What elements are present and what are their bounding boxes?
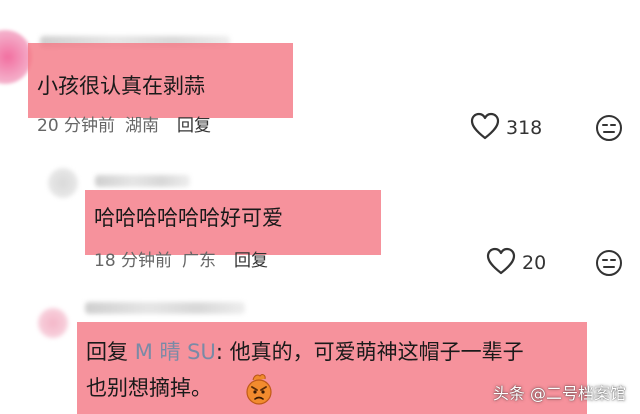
comment-text: 哈哈哈哈哈哈好可爱 (94, 206, 283, 230)
watermark: 头条 @二号档案馆 (492, 384, 626, 403)
like-count: 318 (506, 116, 543, 139)
comment-time: 18 分钟前 (94, 251, 173, 271)
reply-username-link[interactable]: M 晴 SU (135, 340, 216, 364)
angry-emoji-icon (243, 372, 275, 410)
comment-location: 湖南 (125, 116, 160, 136)
reply-button[interactable]: 回复 (177, 116, 211, 136)
meh-face-icon[interactable] (595, 249, 623, 281)
comment-time: 20 分钟前 (37, 116, 116, 136)
reply-prefix: 回复 (86, 340, 128, 364)
comment-meta: 20 分钟前 湖南 回复 (37, 118, 211, 135)
blurred-username[interactable] (85, 302, 245, 314)
reply-comment-line2: 也别想摘掉。 (86, 376, 212, 400)
like-count: 20 (522, 251, 547, 274)
comment-meta: 18 分钟前 广东 回复 (94, 253, 268, 270)
heart-outline-icon (470, 112, 500, 144)
reply-comment-text: : 他真的，可爱萌神这帽子一辈子 (215, 340, 524, 364)
heart-outline-icon (486, 247, 516, 279)
like-button[interactable]: 20 (486, 247, 546, 279)
reply-comment-line1: 回复 M 晴 SU: 他真的，可爱萌神这帽子一辈子 (86, 342, 524, 363)
like-button[interactable]: 318 (470, 112, 542, 144)
comment-text: 小孩很认真在剥蒜 (37, 74, 205, 98)
avatar[interactable] (38, 308, 68, 338)
meh-face-icon[interactable] (595, 114, 623, 146)
blurred-username[interactable] (95, 175, 190, 187)
avatar[interactable] (48, 168, 78, 198)
comment-location: 广东 (182, 251, 217, 271)
reply-button[interactable]: 回复 (234, 251, 268, 271)
